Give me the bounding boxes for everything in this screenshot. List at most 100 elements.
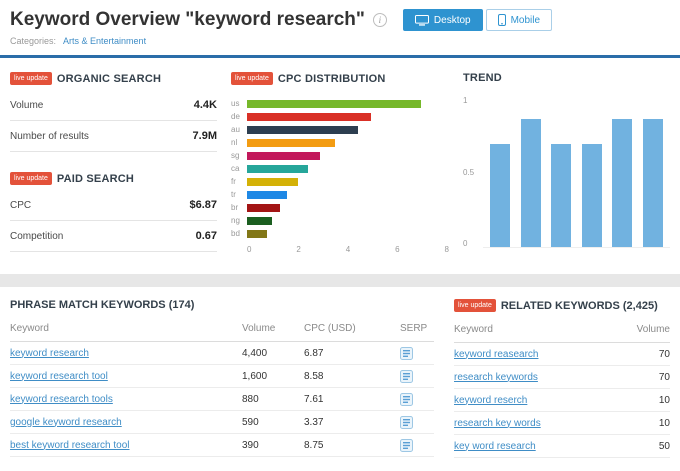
metric-label: Number of results — [10, 131, 89, 142]
table-row: keyword research tools 880 7.61 — [10, 388, 434, 411]
trend-bar — [643, 119, 663, 247]
cpc-cell: 6.87 — [304, 348, 400, 359]
cpc-bar-track — [247, 204, 449, 212]
serp-icon[interactable] — [400, 370, 413, 383]
trend-bar — [521, 119, 541, 247]
info-icon[interactable]: i — [373, 13, 387, 27]
table-row: research keywords 70 — [454, 366, 670, 389]
cpc-bar-row: sg — [231, 149, 449, 162]
page-header: Keyword Overview "keyword research" i De… — [0, 0, 680, 33]
serp-icon[interactable] — [400, 439, 413, 452]
metric-label: Competition — [10, 231, 63, 242]
volume-cell: 70 — [618, 372, 670, 383]
keyword-link[interactable]: keyword reasearch — [454, 349, 538, 360]
table-row: keyword research 4,400 6.87 — [10, 342, 434, 365]
desktop-button-label: Desktop — [434, 15, 471, 26]
live-update-badge: live update — [231, 72, 273, 85]
x-axis-tick-label: 2 — [296, 245, 300, 254]
desktop-button[interactable]: Desktop — [403, 9, 483, 31]
cpc-distribution-chart: usdeaunlsgcafrtrbrngbd 02468 — [231, 97, 449, 254]
cpc-bar-row: br — [231, 201, 449, 214]
categories-link[interactable]: Arts & Entertainment — [63, 36, 146, 46]
cpc-cell: 8.58 — [304, 371, 400, 382]
col-keyword: Keyword — [454, 324, 618, 335]
keyword-link[interactable]: research keywords — [454, 372, 538, 383]
trend-title: TREND — [463, 72, 502, 84]
cpc-distribution-widget: live update CPC DISTRIBUTION us de au nlsg c… — [231, 72, 449, 266]
serp-icon[interactable] — [400, 347, 413, 360]
trend-widget: TREND 10.50 — [463, 72, 670, 266]
trend-chart: 10.50 — [463, 96, 670, 248]
overview-widgets: live update ORGANIC SEARCH Volume 4.4K N… — [0, 58, 680, 274]
keyword-link[interactable]: best keyword research tool — [10, 440, 130, 451]
metric-value: 0.67 — [196, 230, 217, 242]
cpc-bar — [247, 178, 298, 186]
cpc-x-axis: 02468 — [247, 245, 449, 254]
volume-cell: 50 — [618, 441, 670, 452]
cpc-bar — [247, 113, 371, 121]
mobile-button[interactable]: Mobile — [486, 9, 552, 31]
cpc-cell: 7.61 — [304, 394, 400, 405]
metric-value: $6.87 — [189, 199, 217, 211]
cpc-bar-track — [247, 178, 449, 186]
organic-search-title: ORGANIC SEARCH — [57, 73, 161, 85]
keyword-link[interactable]: keyword research tool — [10, 371, 108, 382]
volume-cell: 10 — [618, 418, 670, 429]
cpc-bar-row: us — [231, 97, 449, 110]
keyword-link[interactable]: google keyword research — [10, 417, 122, 428]
trend-y-axis: 10.50 — [463, 96, 483, 248]
cpc-country-label: us — [231, 99, 247, 108]
table-row: research key words 10 — [454, 412, 670, 435]
keyword-link[interactable]: keyword reserch — [454, 395, 527, 406]
device-toggle: Desktop Mobile — [403, 9, 552, 31]
keyword-link[interactable]: keyword research tools — [10, 394, 113, 405]
serp-icon[interactable] — [400, 393, 413, 406]
table-row: key word research 50 — [454, 435, 670, 458]
mobile-button-label: Mobile — [511, 15, 540, 26]
cpc-bar-row: nl — [231, 136, 449, 149]
keyword-link[interactable]: key word research — [454, 441, 536, 452]
metrics-column: live update ORGANIC SEARCH Volume 4.4K N… — [10, 72, 217, 266]
volume-cell: 4,400 — [242, 348, 304, 359]
cpc-bar-row: de — [231, 110, 449, 123]
table-row: keyword reasearch 70 — [454, 343, 670, 366]
cpc-bar — [247, 100, 421, 108]
cpc-bar-row: ng — [231, 214, 449, 227]
y-axis-tick-label: 1 — [463, 96, 483, 105]
trend-bar — [612, 119, 632, 247]
volume-cell: 390 — [242, 440, 304, 451]
cpc-country-label: fr — [231, 177, 247, 186]
mobile-icon — [498, 14, 506, 26]
paid-search-title: PAID SEARCH — [57, 173, 134, 185]
related-keywords-widget: live update RELATED KEYWORDS (2,425) Key… — [454, 287, 670, 458]
cpc-distribution-title: CPC DISTRIBUTION — [278, 73, 386, 85]
cpc-distribution-header: live update CPC DISTRIBUTION — [231, 72, 449, 85]
cpc-bar — [247, 230, 267, 238]
x-axis-tick-label: 6 — [395, 245, 399, 254]
y-axis-tick-label: 0 — [463, 239, 483, 248]
live-update-badge: live update — [10, 172, 52, 185]
trend-bar — [582, 144, 602, 247]
col-volume: Volume — [242, 323, 304, 334]
cpc-bar-track — [247, 217, 449, 225]
serp-icon[interactable] — [400, 416, 413, 429]
keyword-link[interactable]: keyword research — [10, 348, 89, 359]
metric-value: 7.9M — [193, 130, 217, 142]
categories-row: Categories: Arts & Entertainment — [0, 33, 680, 55]
cpc-bar-row: bd — [231, 227, 449, 240]
phrase-match-widget: PHRASE MATCH KEYWORDS (174) Keyword Volu… — [10, 287, 434, 458]
keyword-link[interactable]: research key words — [454, 418, 541, 429]
trend-bar — [551, 144, 571, 247]
metric-row-results: Number of results 7.9M — [10, 121, 217, 152]
table-row: keyword reserch 10 — [454, 389, 670, 412]
phrase-match-column-headers: Keyword Volume CPC (USD) SERP — [10, 320, 434, 342]
desktop-icon — [415, 15, 429, 26]
cpc-country-label: au — [231, 125, 247, 134]
cpc-country-label: ca — [231, 164, 247, 173]
cpc-bar-row: ca — [231, 162, 449, 175]
y-axis-tick-label: 0.5 — [463, 168, 483, 177]
cpc-bar-track — [247, 230, 449, 238]
trend-chart-bars — [483, 96, 670, 248]
cpc-bar — [247, 217, 272, 225]
page-title: Keyword Overview "keyword research" — [10, 9, 365, 31]
